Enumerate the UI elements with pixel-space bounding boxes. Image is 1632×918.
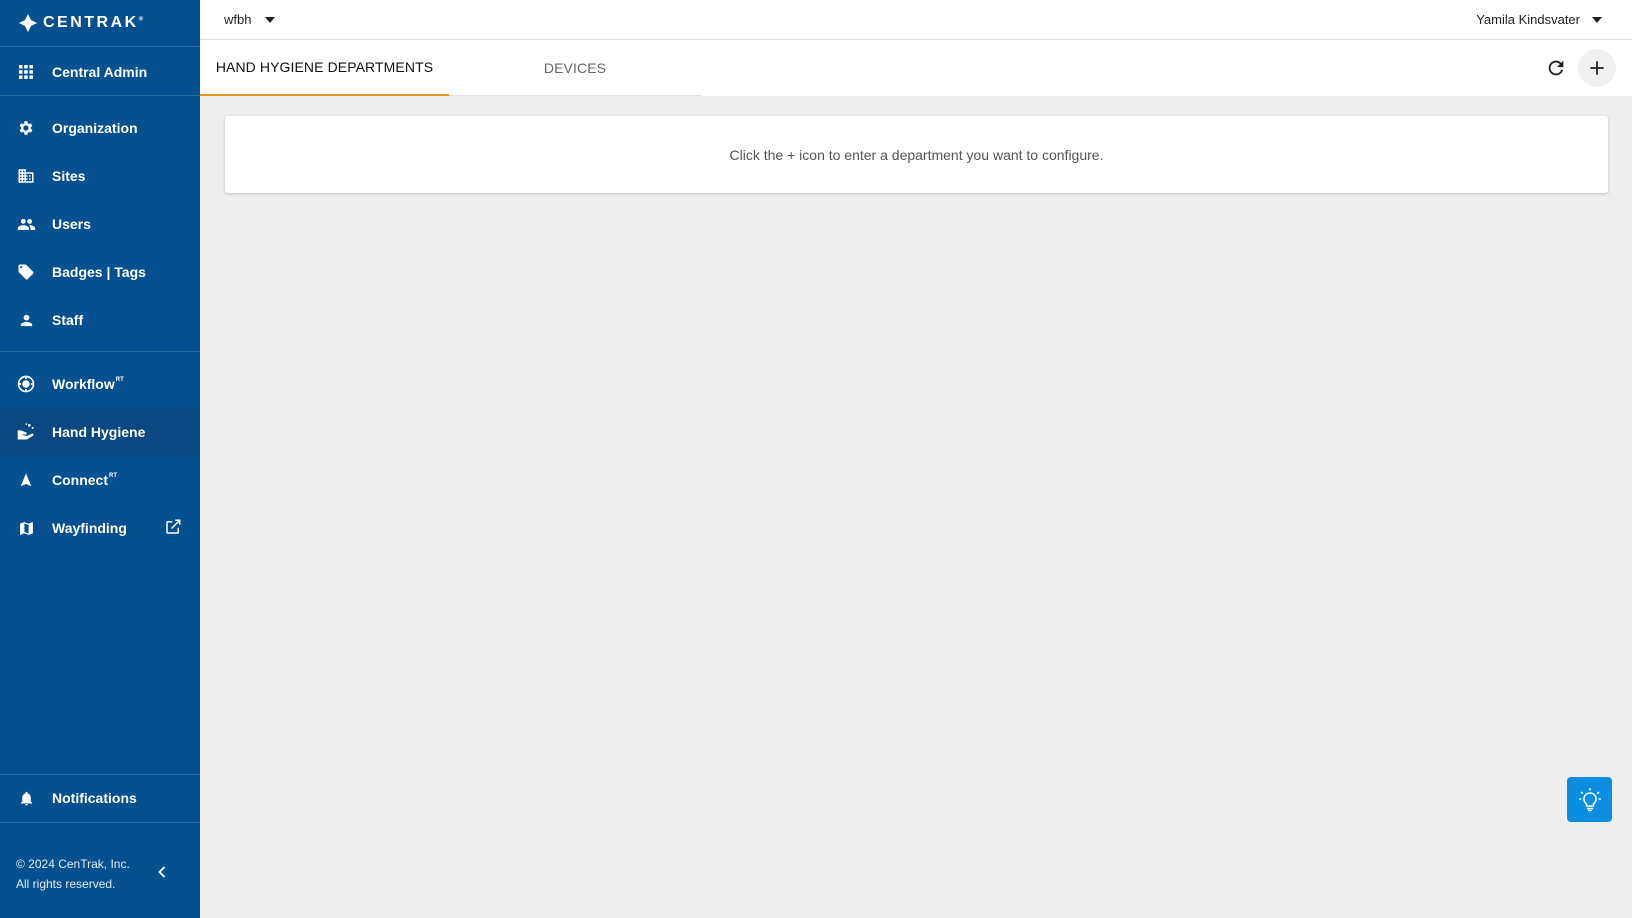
person-icon <box>16 310 36 330</box>
sidebar-item-users[interactable]: Users <box>0 200 200 248</box>
sidebar-divider <box>0 95 200 96</box>
people-icon <box>16 214 36 234</box>
sidebar-item-organization[interactable]: Organization <box>0 104 200 152</box>
brand-logo[interactable]: CENTRAK® <box>0 0 200 47</box>
copyright: © 2024 CenTrak, Inc. All rights reserved… <box>16 857 130 891</box>
sidebar-footer: © 2024 CenTrak, Inc. All rights reserved… <box>0 822 200 918</box>
user-name: Yamila Kindsvater <box>1476 12 1580 27</box>
tag-icon <box>16 262 36 282</box>
sidebar-divider <box>0 822 200 823</box>
sidebar-item-notifications[interactable]: Notifications <box>0 774 200 822</box>
plus-icon <box>1590 61 1604 75</box>
site-selector-value: wfbh <box>224 12 252 27</box>
sidebar-item-label: Organization <box>52 120 138 136</box>
sidebar-item-label: Central Admin <box>52 64 148 80</box>
sidebar-item-workflow[interactable]: WorkflowRT <box>0 360 200 408</box>
help-tips-button[interactable] <box>1567 777 1612 822</box>
sidebar-item-label: WorkflowRT <box>52 376 124 392</box>
sidebar-item-sites[interactable]: Sites <box>0 152 200 200</box>
bell-icon <box>16 788 36 808</box>
caret-down-icon <box>1592 16 1602 23</box>
external-link-icon[interactable] <box>164 518 182 541</box>
sidebar-item-label: Badges | Tags <box>52 264 146 280</box>
sidebar-divider <box>0 351 200 352</box>
workflow-icon <box>16 374 36 394</box>
gear-icon <box>16 118 36 138</box>
empty-state-card: Click the + icon to enter a department y… <box>225 116 1608 193</box>
navigation-arrow-icon <box>16 470 36 490</box>
hand-wash-icon <box>16 422 36 442</box>
caret-down-icon <box>265 16 276 23</box>
refresh-button[interactable] <box>1538 50 1574 86</box>
sidebar-item-label: ConnectRT <box>52 472 117 488</box>
sidebar: CENTRAK® Central Admin Organization Site… <box>0 0 200 918</box>
tab-devices[interactable]: DEVICES <box>449 40 701 96</box>
top-bar: wfbh Yamila Kindsvater <box>200 0 1632 40</box>
sidebar-item-label: Hand Hygiene <box>52 424 146 440</box>
refresh-icon <box>1548 60 1564 76</box>
empty-state-message: Click the + icon to enter a department y… <box>729 146 1104 163</box>
centrak-logo-icon <box>19 14 37 32</box>
chevron-left-icon <box>158 866 166 878</box>
collapse-sidebar-button[interactable] <box>152 862 172 882</box>
user-menu[interactable]: Yamila Kindsvater <box>1476 12 1602 27</box>
sidebar-item-wayfinding[interactable]: Wayfinding <box>0 504 200 552</box>
building-icon <box>16 166 36 186</box>
grid-icon <box>16 62 36 82</box>
sidebar-item-connect[interactable]: ConnectRT <box>0 456 200 504</box>
sidebar-item-label: Notifications <box>52 790 137 806</box>
sidebar-item-label: Users <box>52 216 91 232</box>
sidebar-item-label: Wayfinding <box>52 520 127 536</box>
sidebar-item-staff[interactable]: Staff <box>0 296 200 344</box>
sidebar-item-badges-tags[interactable]: Badges | Tags <box>0 248 200 296</box>
lightbulb-icon <box>1578 787 1601 811</box>
sidebar-item-label: Staff <box>52 312 84 328</box>
sidebar-item-hand-hygiene[interactable]: Hand Hygiene <box>0 408 200 456</box>
tab-bar: HAND HYGIENE DEPARTMENTS DEVICES <box>200 40 1632 96</box>
app-root: CENTRAK® Central Admin Organization Site… <box>0 0 1632 918</box>
brand-name: CENTRAK® <box>43 14 144 31</box>
site-selector[interactable]: wfbh <box>224 12 276 27</box>
map-icon <box>16 518 36 538</box>
add-department-button[interactable] <box>1578 49 1616 87</box>
sidebar-item-label: Sites <box>52 168 86 184</box>
sidebar-item-central-admin[interactable]: Central Admin <box>0 48 200 96</box>
tab-hand-hygiene-departments[interactable]: HAND HYGIENE DEPARTMENTS <box>200 40 449 96</box>
